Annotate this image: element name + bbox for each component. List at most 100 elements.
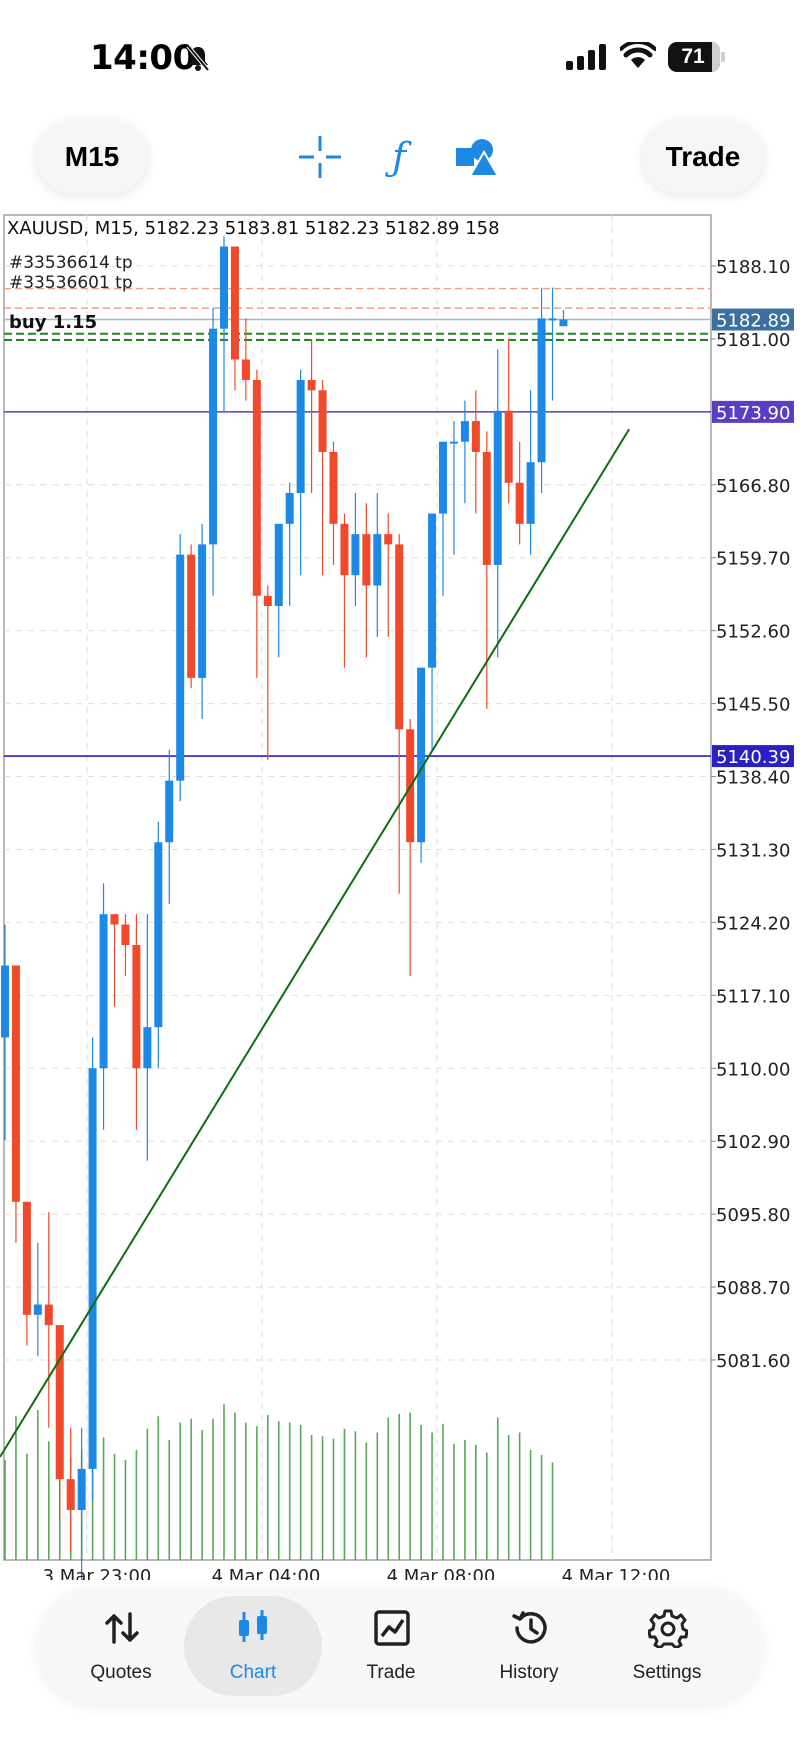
candle-body [165, 780, 174, 843]
price-tick-label: 5131.30 [716, 840, 790, 861]
nav-history[interactable]: History [460, 1596, 598, 1696]
status-time: 14:00 [90, 38, 196, 78]
buy-order-label: buy 1.15 [9, 312, 97, 333]
level-price-badge: 5140.39 [716, 747, 790, 768]
order-tp-label: #33536601 tp [9, 273, 133, 293]
candle-body [143, 1027, 152, 1069]
nav-quotes[interactable]: Quotes [52, 1596, 190, 1696]
price-tick-label: 5124.20 [716, 913, 790, 934]
candle-body [22, 1201, 31, 1315]
candle-body [559, 319, 568, 327]
candle-body [241, 359, 250, 381]
candle-body [417, 667, 426, 843]
bell-muted-icon [186, 44, 210, 72]
current-price-badge: 5182.89 [716, 311, 790, 332]
price-tick-label: 5117.10 [716, 986, 790, 1007]
candle-body [132, 944, 141, 1069]
candle-body [66, 1479, 75, 1510]
nav-trade-label: Trade [366, 1662, 416, 1683]
candle-body [449, 441, 458, 444]
time-axis-label: 4 Mar 12:00 [562, 1566, 671, 1580]
status-bar: 14:00 71 [0, 0, 800, 110]
shapes-icon[interactable] [452, 132, 502, 182]
candle-body [44, 1304, 53, 1326]
candle-body [526, 462, 535, 524]
price-tick-label: 5095.80 [716, 1205, 790, 1226]
chart-header-text: XAUUSD, M15, 5182.23 5183.81 5182.23 518… [7, 218, 500, 239]
candle-body [362, 534, 371, 586]
chart-canvas[interactable]: 5188.10 5181.00 5166.80 5159.70 5152.60 5145.… [0, 210, 800, 1587]
price-tick-label: 5145.50 [716, 695, 790, 716]
candle-body [55, 1325, 64, 1480]
price-tick-label: 5102.90 [716, 1132, 790, 1153]
candle-body [318, 390, 327, 452]
indicator-f-icon[interactable]: ƒ [374, 132, 424, 182]
price-tick-label: 5166.80 [716, 476, 790, 497]
battery-icon: 71 [668, 42, 726, 72]
candle-body [121, 924, 130, 945]
wifi-icon [620, 42, 656, 68]
history-icon [512, 1611, 547, 1644]
candle-body [77, 1468, 86, 1510]
candle-body [351, 534, 360, 576]
candle-body [176, 554, 185, 781]
trade-button[interactable]: Trade [642, 120, 764, 194]
nav-chart-label: Chart [229, 1662, 277, 1683]
candle-body [88, 1068, 97, 1469]
candle-body [230, 246, 239, 360]
nav-settings-label: Settings [632, 1662, 702, 1683]
price-tick-label: 5110.00 [716, 1059, 790, 1080]
chart-candles-icon [239, 1610, 267, 1642]
level-price-badge: 5173.90 [716, 403, 790, 424]
nav-history-label: History [499, 1662, 559, 1683]
candle-body [493, 410, 502, 565]
candle-body [384, 534, 393, 545]
candle-body [209, 328, 218, 545]
candle-body [395, 544, 404, 730]
candle-body [220, 246, 228, 329]
candle-body [187, 554, 196, 678]
price-tick-label: 5152.60 [716, 622, 790, 643]
candle-body [296, 380, 305, 494]
candle-body [307, 380, 316, 391]
candle-body [198, 544, 207, 678]
nav-quotes-label: Quotes [90, 1662, 152, 1683]
candle-body [263, 595, 272, 607]
svg-text:ƒ: ƒ [385, 135, 412, 179]
candle-body [548, 318, 557, 321]
candle-body [471, 421, 480, 452]
quotes-arrows-icon [105, 1612, 139, 1644]
candle-body [11, 965, 20, 1202]
price-tick-label: 5181.00 [716, 330, 790, 351]
cellular-signal-icon [566, 44, 606, 70]
time-axis-label: 4 Mar 04:00 [212, 1566, 321, 1580]
chart-toolbar: M15 ƒ Trade [0, 110, 800, 210]
trade-chart-icon [374, 1610, 410, 1646]
settings-gear-icon [648, 1609, 688, 1648]
nav-settings[interactable]: Settings [598, 1596, 736, 1696]
price-tick-label: 5159.70 [716, 549, 790, 570]
bottom-navigation: Quotes Chart Trade History Settings [38, 1588, 762, 1704]
timeframe-button[interactable]: M15 [36, 120, 148, 194]
crosshair-icon[interactable] [295, 132, 345, 182]
candle-body [537, 318, 546, 463]
order-tp-label: #33536614 tp [9, 253, 133, 273]
price-tick-label: 5081.60 [716, 1351, 790, 1372]
battery-level: 71 [681, 45, 705, 68]
candle-body [274, 523, 283, 607]
candle-body [154, 842, 163, 1028]
price-tick-label: 5188.10 [716, 257, 790, 278]
price-tick-label: 5138.40 [716, 768, 790, 789]
candle-body [504, 410, 513, 483]
candle-body [515, 482, 524, 524]
price-tick-label: 5088.70 [716, 1278, 790, 1299]
candle-body [285, 493, 294, 524]
nav-trade[interactable]: Trade [322, 1596, 460, 1696]
candle-body [373, 534, 382, 586]
nav-chart[interactable]: Chart [184, 1596, 322, 1696]
candle-body [482, 451, 491, 565]
time-axis-label: 4 Mar 08:00 [387, 1566, 496, 1580]
candle-body [428, 513, 437, 668]
candle-body [110, 914, 119, 925]
price-chart[interactable]: 5188.10 5181.00 5166.80 5159.70 5152.60 5145.… [0, 210, 800, 1587]
